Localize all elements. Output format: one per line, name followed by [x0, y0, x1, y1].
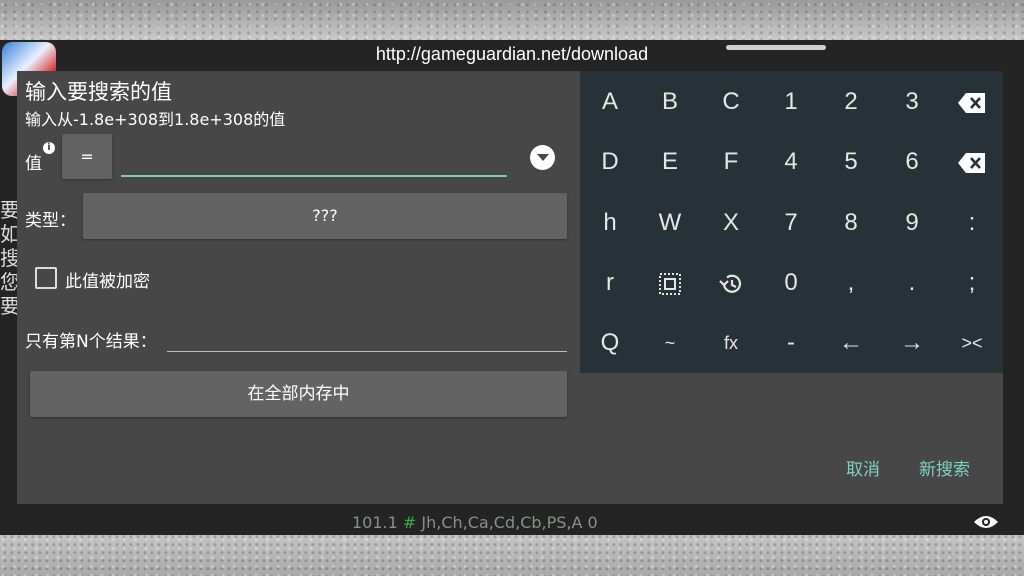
dialog-subtitle: 输入从-1.8e+308到1.8e+308的值 [25, 110, 286, 129]
keypad-key[interactable]: 4 [761, 132, 821, 192]
keypad-key[interactable]: F [701, 132, 761, 192]
keypad-key[interactable]: 0 [761, 253, 821, 313]
type-select-button[interactable]: ??? [83, 193, 567, 239]
status-line: 101.1 # Jh,Ch,Ca,Cd,Cb,PS,A 0 [352, 513, 598, 532]
key-backspace[interactable] [942, 72, 1002, 132]
type-label: 类型： [25, 211, 76, 231]
encrypted-checkbox[interactable] [35, 267, 57, 289]
keypad-key[interactable]: , [821, 253, 881, 313]
clear-icon [958, 152, 985, 173]
keypad-key[interactable]: B [640, 72, 700, 132]
keypad-key[interactable]: A [580, 72, 640, 132]
keypad-key[interactable]: 9 [882, 193, 942, 253]
keypad-key[interactable]: 3 [882, 72, 942, 132]
keypad-key[interactable]: 8 [821, 193, 881, 253]
select-all-icon [659, 272, 681, 295]
dialog-title: 输入要搜索的值 [25, 80, 172, 104]
drag-handle[interactable] [726, 45, 826, 50]
keypad-key[interactable]: >< [942, 313, 1002, 373]
status-hash: # [402, 513, 417, 532]
keypad-key[interactable]: ~ [640, 313, 700, 373]
keypad-key[interactable]: 1 [761, 72, 821, 132]
keypad-key[interactable]: X [701, 193, 761, 253]
keypad-key[interactable]: - [761, 313, 821, 373]
keypad-key[interactable]: : [942, 193, 1002, 253]
background-bottom-band [0, 535, 1024, 576]
info-icon[interactable]: i [43, 142, 55, 154]
key-history[interactable] [701, 253, 761, 313]
status-regions: Jh,Ch,Ca,Cd,Cb,PS,A 0 [416, 513, 598, 532]
chevron-down-icon[interactable] [530, 145, 555, 170]
eye-icon[interactable] [973, 513, 999, 531]
download-url-label: http://gameguardian.net/download [375, 44, 649, 64]
encrypted-label: 此值被加密 [65, 272, 150, 292]
keypad-key[interactable]: ← [821, 313, 881, 373]
memory-range-button[interactable]: 在全部内存中 [30, 371, 567, 417]
keypad-key[interactable]: 5 [821, 132, 881, 192]
cancel-button[interactable]: 取消 [846, 455, 880, 480]
nth-result-label: 只有第N个结果： [25, 332, 157, 352]
keypad-key[interactable]: 2 [821, 72, 881, 132]
keypad-key[interactable]: ; [942, 253, 1002, 313]
nth-result-input[interactable] [167, 321, 567, 352]
new-search-button[interactable]: 新搜索 [919, 455, 970, 480]
keypad-key[interactable]: r [580, 253, 640, 313]
keypad-key[interactable]: 7 [761, 193, 821, 253]
keypad-key[interactable]: fx [701, 313, 761, 373]
status-value: 101.1 [352, 513, 403, 532]
keypad-key[interactable]: C [701, 72, 761, 132]
value-label: 值 [25, 154, 42, 174]
keypad-key[interactable]: Q [580, 313, 640, 373]
history-icon [719, 274, 742, 293]
background-top-band [0, 0, 1024, 40]
operator-button[interactable]: = [62, 134, 112, 179]
hex-keypad: A B C 1 2 3 D E F 4 5 6 h W X 7 8 9: r 0,.; Q ~ fx - ← → >< [580, 71, 1003, 373]
backspace-icon [958, 92, 985, 113]
keypad-key[interactable]: 6 [882, 132, 942, 192]
key-select-all[interactable] [640, 253, 700, 313]
keypad-key[interactable]: W [640, 193, 700, 253]
keypad-key[interactable]: E [640, 132, 700, 192]
key-delete[interactable] [942, 132, 1002, 192]
keypad-key[interactable]: → [882, 313, 942, 373]
keypad-key[interactable]: D [580, 132, 640, 192]
keypad-key[interactable]: h [580, 193, 640, 253]
keypad-key[interactable]: . [882, 253, 942, 313]
value-input[interactable] [121, 141, 507, 177]
